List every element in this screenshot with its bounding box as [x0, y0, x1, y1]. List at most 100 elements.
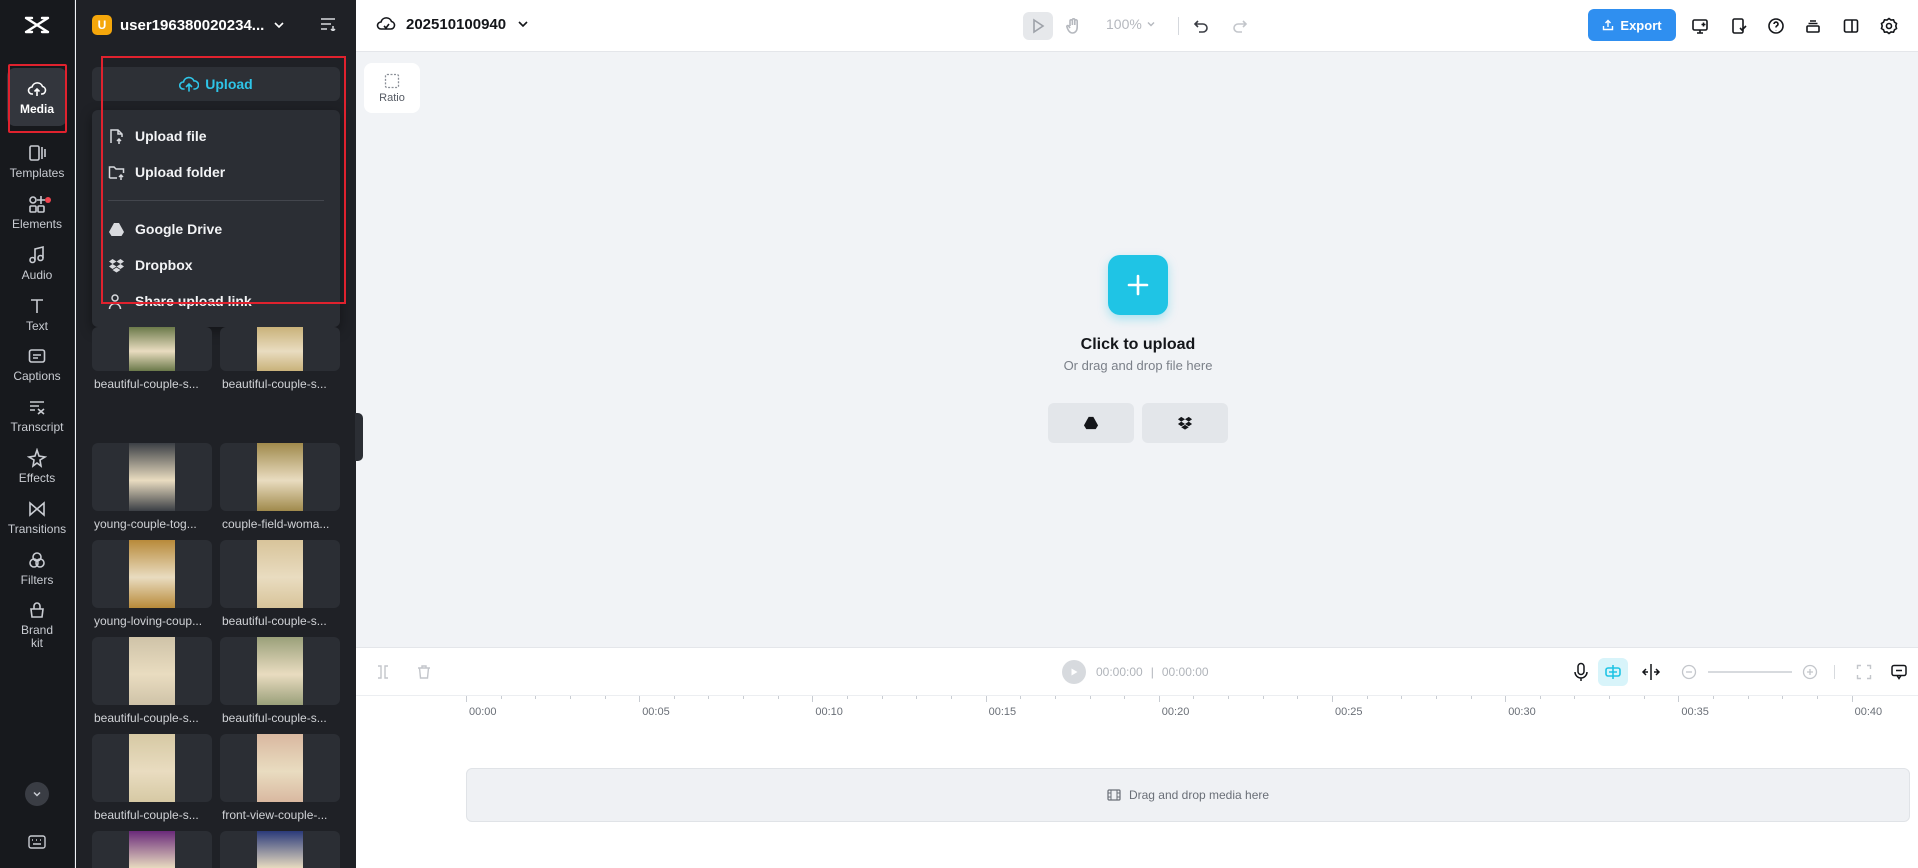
play-button[interactable] — [1062, 660, 1086, 684]
keyboard-icon[interactable] — [27, 834, 47, 850]
rail-item-templates[interactable]: Templates — [7, 132, 67, 190]
panel-collapse-handle[interactable] — [355, 413, 363, 461]
ruler-minor-tick — [950, 696, 952, 699]
media-thumbnail[interactable] — [92, 734, 212, 802]
media-thumbnail[interactable] — [92, 443, 212, 511]
workspace-switcher[interactable]: U user19638002023​4... — [92, 12, 342, 38]
current-time: 00:00:00 — [1096, 665, 1143, 679]
upload-button[interactable]: Upload — [92, 67, 340, 101]
click-to-upload-button[interactable] — [1108, 255, 1168, 315]
ruler-tick-label: 00:10 — [815, 706, 843, 718]
zoom-in-icon[interactable] — [1802, 664, 1818, 680]
ruler-minor-tick — [1609, 696, 1611, 699]
media-thumbnail[interactable] — [220, 327, 340, 371]
media-thumbnail[interactable] — [220, 443, 340, 511]
rail-item-elements[interactable]: Elements — [7, 183, 67, 241]
comment-icon[interactable] — [1890, 663, 1908, 681]
project-name: 202510100940 — [406, 15, 507, 33]
split-track-icon[interactable] — [1641, 663, 1661, 681]
timeline: 00:00:00 | 00:00:00 00:00 00:05 00:10 00:15… — [356, 647, 1918, 868]
settings-button[interactable] — [1874, 12, 1904, 40]
rail-item-effects[interactable]: Effects — [7, 437, 67, 495]
ruler-minor-tick — [1262, 696, 1264, 699]
dropbox-icon — [1177, 416, 1193, 430]
select-tool-button[interactable] — [1023, 12, 1053, 40]
ruler-minor-tick — [1435, 696, 1437, 699]
media-thumbnail[interactable] — [92, 831, 212, 868]
ruler-tick — [1851, 696, 1853, 702]
undo-button[interactable] — [1186, 12, 1216, 40]
rail-item-audio[interactable]: Audio — [7, 234, 67, 292]
menu-google-drive[interactable]: Google Drive — [108, 217, 222, 241]
ruler-minor-tick — [1782, 696, 1784, 699]
rail-item-brand-kit[interactable]: Brand kit — [7, 590, 67, 660]
panel-layout-button[interactable] — [1836, 12, 1866, 40]
help-button[interactable] — [1761, 12, 1791, 40]
media-thumbnail[interactable] — [92, 327, 212, 371]
media-thumbnail[interactable] — [92, 637, 212, 705]
capcut-logo-icon[interactable] — [21, 11, 53, 39]
ruler-tick-label: 00:20 — [1161, 706, 1190, 718]
zoom-dropdown[interactable]: 100% — [1106, 16, 1156, 32]
rail-item-transitions[interactable]: Transitions — [7, 488, 67, 546]
user-avatar: U — [92, 15, 112, 35]
media-name: beautiful-couple-s... — [94, 808, 199, 822]
export-button[interactable]: Export — [1588, 9, 1676, 41]
menu-share-upload-link[interactable]: Share upload link — [108, 289, 252, 313]
gear-icon — [1880, 17, 1898, 35]
rail-expand-button[interactable] — [25, 782, 49, 806]
auto-snap-button[interactable] — [1598, 658, 1628, 686]
menu-dropbox-label: Dropbox — [135, 257, 193, 273]
rail-item-filters[interactable]: Filters — [7, 539, 67, 597]
present-button[interactable] — [1685, 12, 1715, 40]
elements-icon — [27, 194, 47, 214]
timeline-zoom-slider[interactable] — [1708, 671, 1792, 673]
ruler-minor-tick — [1401, 696, 1403, 699]
media-preview-image — [257, 443, 303, 511]
rail-item-captions[interactable]: Captions — [7, 335, 67, 393]
redo-button[interactable] — [1225, 12, 1255, 40]
media-thumbnail[interactable] — [220, 540, 340, 608]
rail-item-media[interactable]: Media — [7, 68, 67, 126]
ruler-minor-tick — [1124, 696, 1126, 699]
media-preview-image — [257, 327, 303, 371]
menu-upload-file[interactable]: Upload file — [108, 124, 207, 148]
rail-item-label: Elements — [11, 216, 63, 231]
media-thumbnail[interactable] — [92, 540, 212, 608]
ruler-tick — [1332, 696, 1333, 702]
cloud-upload-icon — [179, 76, 200, 92]
delete-icon[interactable] — [416, 664, 432, 680]
google-drive-button[interactable] — [1048, 403, 1134, 443]
menu-upload-folder[interactable]: Upload folder — [108, 160, 225, 184]
media-thumbnail[interactable] — [220, 831, 340, 868]
ruler-minor-tick — [1539, 696, 1541, 699]
media-name: beautiful-couple-s... — [94, 711, 199, 725]
ruler-minor-tick — [535, 696, 537, 699]
fullscreen-icon[interactable] — [1856, 664, 1872, 680]
media-thumbnail[interactable] — [220, 734, 340, 802]
ratio-button[interactable]: Ratio — [364, 63, 420, 113]
media-name: front-view-couple-... — [222, 808, 328, 822]
menu-dropbox[interactable]: Dropbox — [108, 253, 193, 277]
layers-button[interactable] — [1798, 12, 1828, 40]
rail-item-transcript[interactable]: Transcript — [7, 386, 67, 444]
cloud-sync-icon — [376, 17, 396, 30]
time-separator: | — [1150, 665, 1154, 679]
sort-menu-icon[interactable] — [320, 17, 336, 31]
timeline-dropzone[interactable]: Drag and drop media here — [466, 768, 1910, 822]
transcript-icon — [27, 397, 47, 417]
hand-tool-button[interactable] — [1058, 12, 1088, 40]
review-button[interactable] — [1724, 12, 1754, 40]
project-title[interactable]: 202510100940 — [376, 14, 530, 34]
ruler-tick — [466, 696, 467, 702]
microphone-icon[interactable] — [1573, 662, 1589, 682]
split-icon[interactable] — [376, 664, 390, 680]
zoom-out-icon[interactable] — [1681, 664, 1697, 680]
pointer-icon — [1033, 18, 1045, 34]
ruler-minor-tick — [569, 696, 571, 699]
dropbox-button[interactable] — [1142, 403, 1228, 443]
ruler-minor-tick — [1816, 696, 1818, 699]
media-thumbnail[interactable] — [220, 637, 340, 705]
play-icon — [1071, 668, 1078, 676]
rail-item-label: Media — [19, 101, 54, 116]
